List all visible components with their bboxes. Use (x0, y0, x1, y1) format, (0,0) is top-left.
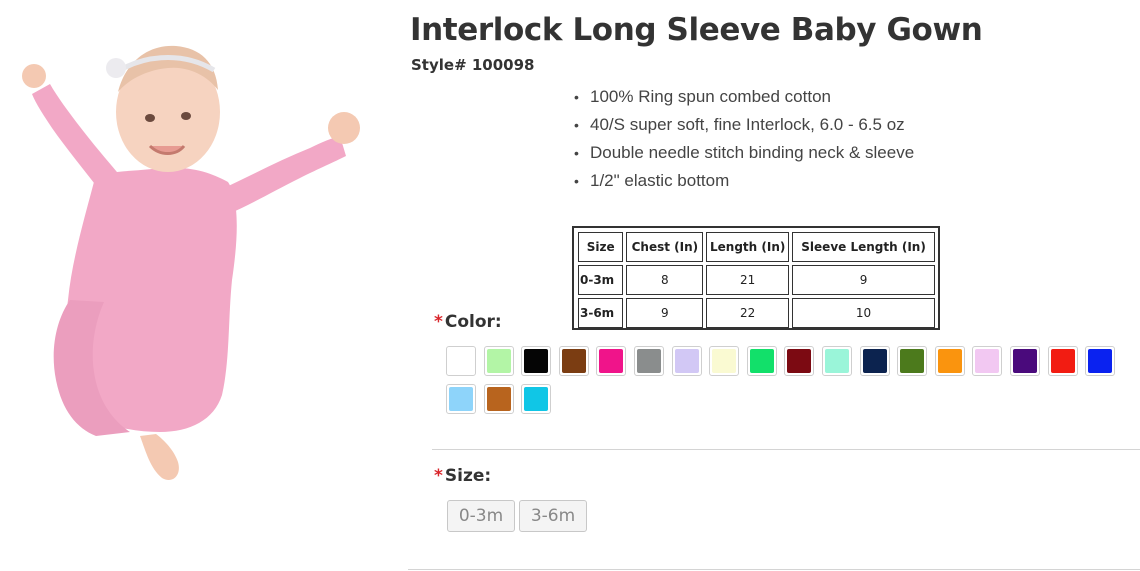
color-swatch-orange[interactable] (935, 346, 965, 376)
color-swatch-turquoise[interactable] (521, 384, 551, 414)
color-swatch-olive[interactable] (897, 346, 927, 376)
size-chart-cell: 21 (706, 265, 790, 295)
color-swatch-heather-gray[interactable] (634, 346, 664, 376)
color-swatch-lavender[interactable] (672, 346, 702, 376)
size-chart-header-row: Size Chest (In) Length (In) Sleeve Lengt… (578, 232, 935, 262)
color-swatch-navy[interactable] (860, 346, 890, 376)
required-mark: * (434, 312, 443, 332)
color-swatch-white[interactable] (446, 346, 476, 376)
style-number: Style# 100098 (411, 56, 535, 74)
size-chart-cell: 22 (706, 298, 790, 328)
swatch-fill (863, 349, 887, 373)
color-swatch-hot-pink[interactable] (596, 346, 626, 376)
swatch-fill (675, 349, 699, 373)
feature-item: • 40/S super soft, fine Interlock, 6.0 - … (574, 115, 905, 134)
swatch-fill (524, 387, 548, 411)
size-chart-cell: 3-6m (578, 298, 624, 328)
color-swatch-black[interactable] (521, 346, 551, 376)
swatch-fill (787, 349, 811, 373)
swatch-fill (487, 349, 511, 373)
required-mark: * (434, 466, 443, 486)
size-chart-cell: 10 (792, 298, 935, 328)
swatch-fill (712, 349, 736, 373)
size-chart-row: 0-3m 8 21 9 (578, 265, 935, 295)
size-chart-cell: 8 (626, 265, 704, 295)
feature-list: • 100% Ring spun combed cotton • 40/S supe… (572, 86, 914, 198)
color-swatch-purple[interactable] (1010, 346, 1040, 376)
swatch-fill (1088, 349, 1112, 373)
size-option-3-6m[interactable]: 3-6m (519, 500, 587, 532)
swatch-fill (938, 349, 962, 373)
divider (408, 569, 1140, 570)
bullet-icon: • (574, 145, 579, 161)
size-chart-cell: 9 (792, 265, 935, 295)
size-chart-cell: 0-3m (578, 265, 624, 295)
color-swatch-light-pink[interactable] (972, 346, 1002, 376)
color-swatch-cream[interactable] (709, 346, 739, 376)
swatch-fill (975, 349, 999, 373)
product-photo (22, 45, 360, 481)
swatch-fill (900, 349, 924, 373)
bullet-icon: • (574, 173, 579, 189)
size-chart-header: Chest (In) (626, 232, 704, 262)
size-chart-table: Size Chest (In) Length (In) Sleeve Lengt… (575, 229, 938, 331)
color-swatch-brown[interactable] (559, 346, 589, 376)
swatch-fill (599, 349, 623, 373)
size-chart-row: 3-6m 9 22 10 (578, 298, 935, 328)
swatch-fill (449, 349, 473, 373)
swatch-fill (637, 349, 661, 373)
size-label: * Size: (434, 466, 492, 486)
color-swatch-light-blue[interactable] (446, 384, 476, 414)
swatch-fill (1051, 349, 1075, 373)
bullet-icon: • (574, 89, 579, 105)
swatch-fill (1013, 349, 1037, 373)
size-chart-cell: 9 (626, 298, 704, 328)
size-option-0-3m[interactable]: 0-3m (447, 500, 515, 532)
color-swatch-maroon[interactable] (784, 346, 814, 376)
color-label: * Color: (434, 312, 502, 332)
swatch-fill (524, 349, 548, 373)
color-swatch-royal-blue[interactable] (1085, 346, 1115, 376)
feature-item: • Double needle stitch binding neck & sle… (574, 143, 915, 162)
size-chart-header: Sleeve Length (In) (792, 232, 935, 262)
color-swatch-kelly-green[interactable] (747, 346, 777, 376)
color-swatch-red[interactable] (1048, 346, 1078, 376)
color-swatch-copper[interactable] (484, 384, 514, 414)
size-chart: Size Chest (In) Length (In) Sleeve Lengt… (572, 226, 940, 330)
product-title: Interlock Long Sleeve Baby Gown (410, 12, 983, 48)
swatch-fill (825, 349, 849, 373)
bullet-icon: • (574, 117, 579, 133)
color-swatch-light-green[interactable] (484, 346, 514, 376)
swatch-fill (449, 387, 473, 411)
swatch-fill (562, 349, 586, 373)
feature-item: • 100% Ring spun combed cotton (574, 87, 831, 106)
swatch-fill (487, 387, 511, 411)
size-chart-header: Length (In) (706, 232, 790, 262)
swatch-fill (750, 349, 774, 373)
divider (432, 449, 1140, 450)
size-chart-header: Size (578, 232, 624, 262)
color-swatch-mint[interactable] (822, 346, 852, 376)
feature-item: • 1/2" elastic bottom (574, 171, 730, 190)
